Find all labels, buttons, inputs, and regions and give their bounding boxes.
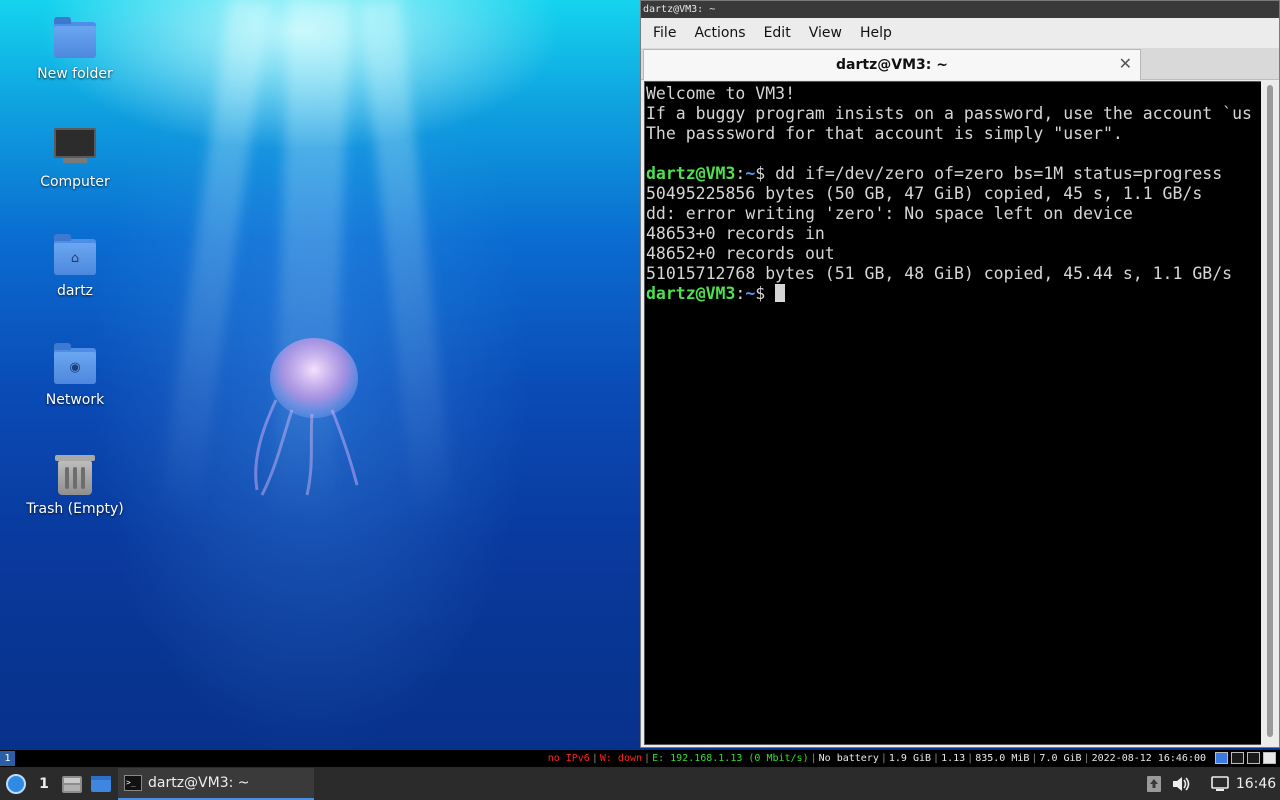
- status-ipv6: no IPv6: [547, 753, 590, 764]
- terminal-command: $: [755, 284, 776, 303]
- light-ray: [360, 0, 455, 520]
- prompt-path: ~: [745, 284, 756, 303]
- desktop-icon-label: Network: [45, 392, 105, 408]
- terminal-line: 48653+0 records in: [646, 224, 825, 243]
- terminal-line: If a buggy program insists on a password…: [646, 104, 1252, 123]
- terminal-text: Welcome to VM3! If a buggy program insist…: [645, 82, 1261, 304]
- desktop-icon-label: Computer: [40, 174, 110, 190]
- status-tray: [1215, 752, 1276, 764]
- close-icon[interactable]: ✕: [1119, 56, 1132, 72]
- desktop-icon-trash[interactable]: Trash (Empty): [20, 451, 130, 517]
- terminal-line: dartz@VM3:~$ dd if=/dev/zero of=zero bs=…: [646, 164, 1261, 184]
- computer-icon: [53, 124, 97, 168]
- terminal-line: Welcome to VM3!: [646, 84, 796, 103]
- desktop-icon-label: New folder: [37, 66, 113, 82]
- desktop-icon-new-folder[interactable]: New folder: [20, 16, 130, 82]
- status-disk: 1.9 GiB: [888, 753, 932, 764]
- upload-icon: [1147, 776, 1161, 792]
- terminal-line: The passsword for that account is simply…: [646, 124, 1123, 143]
- show-desktop-button[interactable]: [88, 768, 114, 800]
- desktop-icon-computer[interactable]: Computer: [20, 124, 130, 190]
- network-icon[interactable]: [1208, 768, 1232, 800]
- workspace-switcher[interactable]: 1: [34, 768, 54, 800]
- whisker-menu-button[interactable]: [2, 768, 30, 800]
- status-memory: 835.0 MiB: [975, 753, 1030, 764]
- desktop-icon-network[interactable]: ◉ Network: [20, 342, 130, 408]
- speaker-icon: [1173, 777, 1190, 791]
- terminal-command: $ dd if=/dev/zero of=zero bs=1M status=p…: [755, 164, 1223, 183]
- tab-bar: dartz@VM3: ~ ✕: [641, 48, 1279, 80]
- menu-view[interactable]: View: [801, 18, 850, 48]
- volume-icon[interactable]: [1170, 768, 1192, 800]
- workspace-indicator[interactable]: 1: [0, 751, 15, 766]
- status-wifi: W: down: [599, 753, 643, 764]
- tray-display-icon[interactable]: [1231, 752, 1244, 764]
- home-folder-icon: ⌂: [53, 233, 97, 277]
- prompt-user: dartz@VM3: [646, 164, 736, 183]
- taskbar-terminal-label: dartz@VM3: ~: [148, 775, 250, 791]
- terminal-line: 50495225856 bytes (50 GB, 47 GiB) copied…: [646, 184, 1203, 203]
- status-items: no IPv6 | W: down | E: 192.168.1.13 (0 Mbit/…: [547, 753, 1206, 764]
- folder-icon: [53, 16, 97, 60]
- trash-icon: [53, 451, 97, 495]
- scrollbar-thumb[interactable]: [1267, 85, 1273, 737]
- desktop-icon: [91, 776, 111, 792]
- app-menu-icon: [6, 774, 26, 794]
- status-memory-total: 7.0 GiB: [1039, 753, 1082, 764]
- network-folder-icon: ◉: [53, 342, 97, 386]
- status-ethernet: E: 192.168.1.13 (0 Mbit/s): [652, 753, 809, 764]
- window-titlebar[interactable]: dartz@VM3: ~: [641, 1, 1279, 18]
- terminal-tab[interactable]: dartz@VM3: ~ ✕: [643, 49, 1141, 80]
- taskbar-terminal-button[interactable]: >_ dartz@VM3: ~: [118, 768, 314, 800]
- terminal-cursor: [775, 284, 786, 302]
- desktop-icon-label: Trash (Empty): [26, 501, 124, 517]
- tray-window-icon[interactable]: [1215, 752, 1228, 764]
- prompt-path: ~: [745, 164, 756, 183]
- terminal-line: 48652+0 records out: [646, 244, 835, 263]
- status-load: 1.13: [941, 753, 966, 764]
- file-cabinet-icon: [62, 776, 82, 793]
- taskbar: 1 >_ dartz@VM3: ~ 16:46: [0, 768, 1280, 800]
- tray-note-icon[interactable]: [1263, 752, 1276, 764]
- prompt-colon: :: [735, 284, 746, 303]
- terminal-line: dd: error writing 'zero': No space left …: [646, 204, 1133, 223]
- terminal-icon: >_: [124, 775, 142, 791]
- status-bar: 1 no IPv6 | W: down | E: 192.168.1.13 (0 Mbi…: [0, 750, 1280, 767]
- menu-edit[interactable]: Edit: [756, 18, 799, 48]
- jellyfish-image: [254, 338, 359, 496]
- menu-actions[interactable]: Actions: [686, 18, 753, 48]
- clock[interactable]: 16:46: [1234, 768, 1278, 800]
- tab-title: dartz@VM3: ~: [836, 57, 948, 73]
- menu-file[interactable]: File: [645, 18, 684, 48]
- scrollbar[interactable]: [1261, 81, 1279, 745]
- desktop-icon-label: dartz: [56, 283, 94, 299]
- network-monitor-icon: [1211, 776, 1229, 791]
- file-manager-launcher[interactable]: [60, 768, 84, 800]
- menu-bar: File Actions Edit View Help: [641, 18, 1279, 48]
- status-battery: No battery: [818, 753, 879, 764]
- terminal-line: dartz@VM3:~$: [646, 284, 1261, 304]
- tray-upload-icon[interactable]: [1144, 768, 1164, 800]
- terminal-line: 51015712768 bytes (51 GB, 48 GiB) copied…: [646, 264, 1233, 283]
- terminal-output[interactable]: Welcome to VM3! If a buggy program insist…: [644, 81, 1262, 745]
- tray-window-icon[interactable]: [1247, 752, 1260, 764]
- prompt-colon: :: [735, 164, 746, 183]
- terminal-window[interactable]: dartz@VM3: ~ File Actions Edit View Help…: [640, 0, 1280, 748]
- status-datetime: 2022-08-12 16:46:00: [1091, 753, 1206, 764]
- desktop-icon-home[interactable]: ⌂ dartz: [20, 233, 130, 299]
- menu-help[interactable]: Help: [852, 18, 900, 48]
- prompt-user: dartz@VM3: [646, 284, 736, 303]
